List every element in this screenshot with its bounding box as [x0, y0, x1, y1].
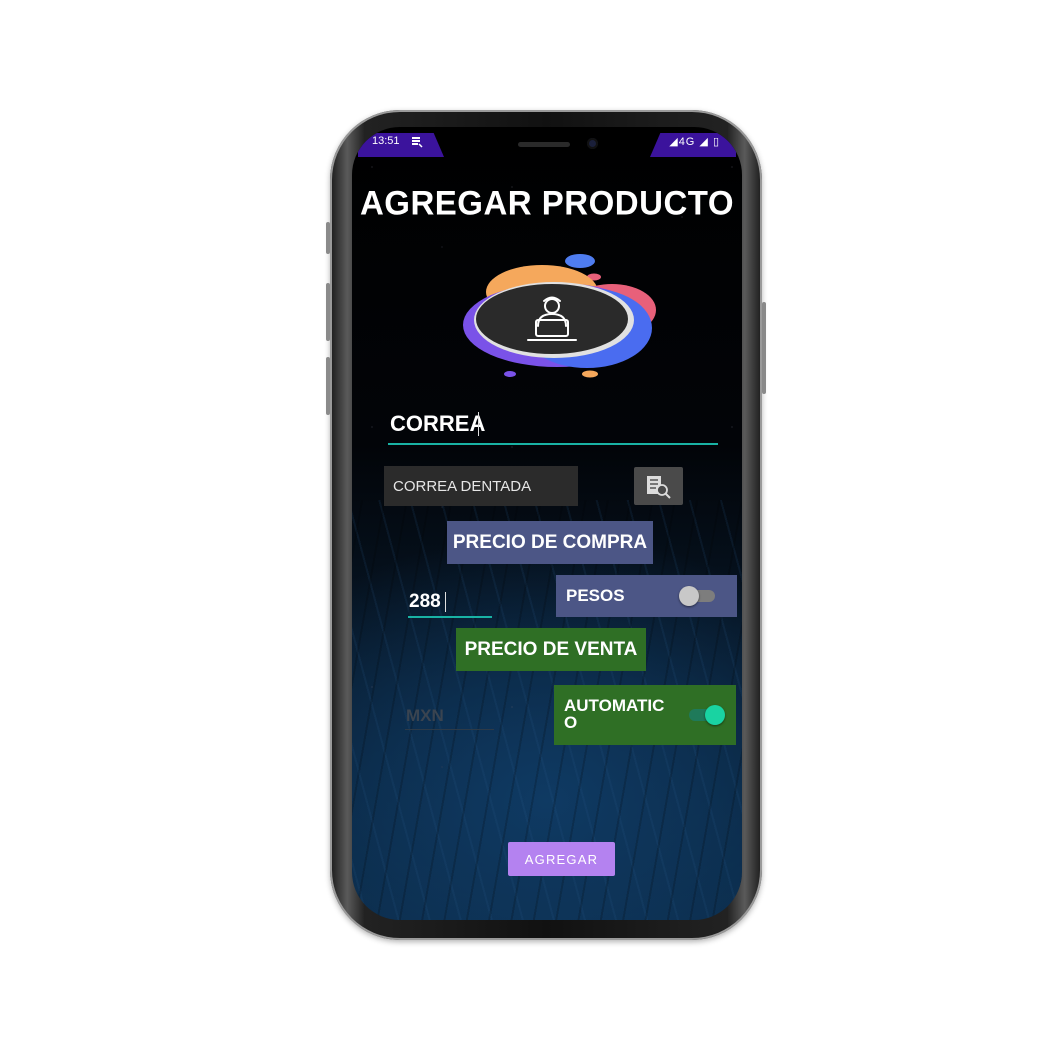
text-cursor: [445, 592, 446, 612]
sale-price-label: PRECIO DE VENTA: [456, 628, 646, 671]
purchase-price-label: PRECIO DE COMPRA: [447, 521, 653, 564]
status-signal-icons: ◢4G ◢ ▯: [669, 136, 720, 148]
product-name-value: CORREA: [390, 411, 486, 436]
status-bar: 13:51 ◢4G ◢ ▯: [352, 127, 742, 157]
sale-price-input[interactable]: MXN: [405, 701, 494, 730]
phone-volume-down: [326, 357, 330, 415]
earpiece-speaker: [518, 142, 570, 147]
currency-switch[interactable]: [679, 586, 715, 606]
status-time: 13:51: [372, 135, 400, 147]
front-camera: [587, 138, 598, 149]
auto-price-switch[interactable]: [689, 705, 725, 725]
app-screen: 13:51 ◢4G ◢ ▯ AGREGAR PRODUCTO CORREA CO…: [352, 127, 742, 920]
page-title: AGREGAR PRODUCTO: [359, 183, 735, 222]
data-saver-icon: [412, 137, 423, 148]
switch-knob: [705, 705, 725, 725]
phone-volume-up: [326, 283, 330, 341]
add-button[interactable]: AGREGAR: [508, 842, 615, 876]
phone-power-button: [762, 302, 766, 394]
auto-toggle-label: AUTOMATICO: [564, 696, 665, 732]
search-product-button[interactable]: [634, 467, 683, 505]
currency-toggle-row[interactable]: PESOS: [556, 575, 737, 617]
search-list-icon: [647, 476, 671, 499]
product-select[interactable]: CORREA DENTADA: [384, 466, 578, 506]
product-select-value: CORREA DENTADA: [393, 478, 532, 495]
product-name-input[interactable]: CORREA: [388, 407, 718, 445]
purchase-price-value: 288: [409, 591, 441, 612]
user-at-laptop-icon: [463, 254, 656, 378]
auto-price-toggle-row[interactable]: AUTOMATICO: [554, 685, 736, 745]
phone-mute-switch: [326, 222, 330, 254]
status-bar-left-bg: [358, 133, 444, 157]
sale-price-placeholder: MXN: [406, 706, 444, 725]
currency-toggle-label: PESOS: [566, 586, 625, 605]
text-cursor: [478, 412, 479, 436]
switch-knob: [679, 586, 699, 606]
purchase-price-input[interactable]: 288: [408, 588, 492, 618]
